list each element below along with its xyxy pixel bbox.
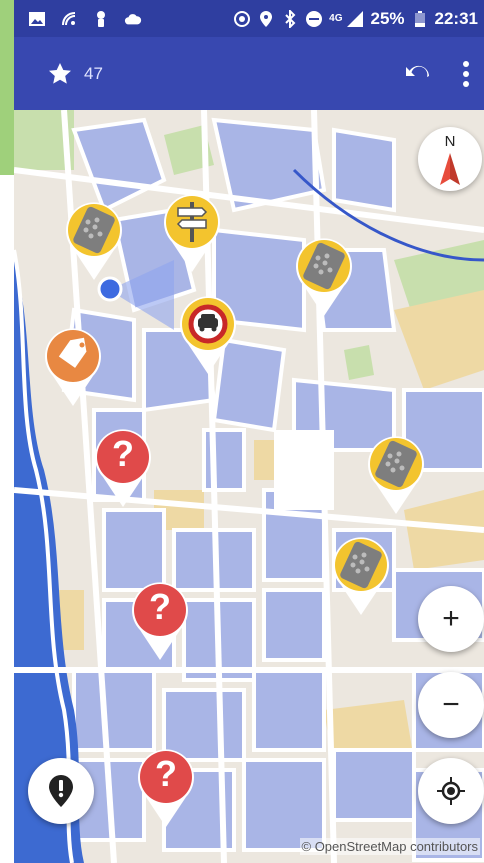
undo-button[interactable]: [400, 61, 430, 87]
question-icon: ?: [112, 433, 134, 474]
compass-button[interactable]: N: [418, 127, 482, 191]
app-screen: 4G 25% 22:31 47 ? ? ? © OpenStreetMap co…: [0, 0, 484, 863]
map-view[interactable]: ? ? ? © OpenStreetMap contributors: [14, 110, 484, 863]
minus-icon: −: [442, 688, 460, 721]
status-bar: 4G 25% 22:31: [14, 0, 484, 37]
report-note-button[interactable]: [28, 758, 94, 824]
map-pin-tag[interactable]: [41, 324, 105, 408]
no-car-icon: [188, 304, 228, 344]
my-location-button[interactable]: [418, 758, 484, 824]
hotspot-icon: [233, 10, 251, 28]
map-pin-question[interactable]: ?: [134, 745, 198, 829]
plus-icon: +: [442, 602, 460, 635]
map-pin-signpost[interactable]: [160, 190, 224, 274]
star-count: 47: [84, 63, 103, 83]
network-type: 4G: [329, 13, 343, 24]
app-bar: 47: [14, 37, 484, 110]
stars-button[interactable]: 47: [48, 62, 103, 86]
map-pin-surface[interactable]: [364, 432, 428, 516]
cloud-icon: [124, 10, 142, 28]
cell-signal-icon: [346, 10, 364, 28]
map-pin-car-restriction[interactable]: [176, 292, 240, 376]
more-vert-icon: [463, 61, 469, 87]
question-icon: ?: [155, 753, 177, 794]
star-icon: [49, 62, 71, 84]
overflow-menu-button[interactable]: [458, 59, 474, 89]
undo-icon: [406, 65, 429, 77]
map-pin-question[interactable]: ?: [91, 425, 155, 509]
map-pin-surface[interactable]: [62, 198, 126, 282]
signal-hotspot-icon: [60, 10, 78, 28]
battery-percent: 25%: [370, 8, 405, 28]
battery-icon: [411, 10, 429, 28]
clock: 22:31: [434, 8, 478, 28]
map-attribution[interactable]: © OpenStreetMap contributors: [299, 838, 480, 855]
location-icon: [257, 10, 275, 28]
image-icon: [28, 10, 46, 28]
do-not-disturb-icon: [305, 10, 323, 28]
torch-icon: [92, 10, 110, 28]
map-pin-question[interactable]: ?: [128, 578, 192, 662]
compass-needle-icon: [440, 153, 460, 185]
map-pin-surface[interactable]: [292, 234, 356, 318]
compass-north-label: N: [444, 133, 456, 150]
my-location-icon: [437, 777, 465, 805]
bluetooth-icon: [281, 9, 299, 28]
zoom-in-button[interactable]: +: [418, 586, 484, 652]
map-pin-surface[interactable]: [329, 533, 393, 617]
question-icon: ?: [149, 586, 171, 627]
exclamation-marker-icon: [49, 775, 73, 807]
zoom-out-button[interactable]: −: [418, 672, 484, 738]
